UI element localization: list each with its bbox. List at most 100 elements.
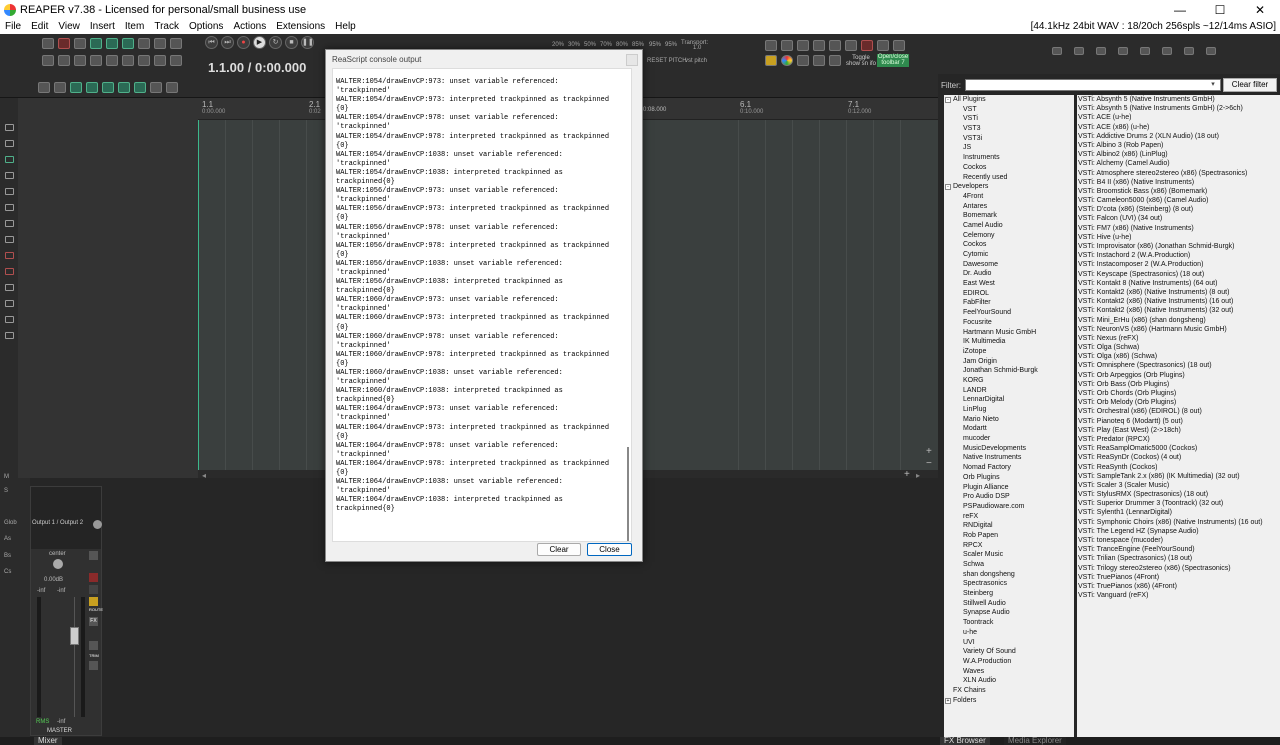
- tree-item[interactable]: Steinberg: [944, 589, 1074, 599]
- toolbar-icon-12[interactable]: [829, 55, 841, 66]
- lock-icon[interactable]: [170, 38, 182, 49]
- tcp-icon[interactable]: [5, 284, 14, 291]
- plugin-list-item[interactable]: VSTi: Olga (x86) (Schwa): [1077, 352, 1280, 361]
- plugin-list-item[interactable]: VSTi: Predator (RPCX): [1077, 435, 1280, 444]
- menu-edit[interactable]: Edit: [26, 20, 53, 34]
- envelope-button[interactable]: [89, 641, 98, 650]
- tcp-icon[interactable]: [5, 300, 14, 307]
- menu-item[interactable]: Item: [120, 20, 149, 34]
- plugin-list-item[interactable]: VSTi: D'cota (x86) (Steinberg) (8 out): [1077, 205, 1280, 214]
- tcp-icon[interactable]: [5, 172, 14, 179]
- tree-item[interactable]: RNDigital: [944, 521, 1074, 531]
- pause-icon[interactable]: ❚❚: [301, 36, 314, 49]
- plugin-list-item[interactable]: VSTi: Orchestral (x86) (EDIROL) (8 out): [1077, 407, 1280, 416]
- toolbar-icon-2[interactable]: [781, 40, 793, 51]
- collapse-icon[interactable]: -: [945, 97, 951, 103]
- toolbar-icon-4[interactable]: [813, 40, 825, 51]
- record-icon[interactable]: ●: [237, 36, 250, 49]
- menu-options[interactable]: Options: [184, 20, 228, 34]
- toolbar-icon-7[interactable]: [861, 40, 873, 51]
- cross-icon[interactable]: [150, 82, 162, 93]
- solo-icon[interactable]: [89, 585, 98, 594]
- loop-icon[interactable]: [102, 82, 114, 93]
- rate-tick[interactable]: 95%: [665, 42, 677, 48]
- fx-tool-icon[interactable]: [1162, 47, 1172, 55]
- plugin-list-item[interactable]: VSTi: StylusRMX (Spectrasonics) (18 out): [1077, 490, 1280, 499]
- dialog-close-icon[interactable]: [626, 54, 638, 66]
- plugin-list-item[interactable]: VSTi: ReaSynth (Cockos): [1077, 463, 1280, 472]
- peak-right-readout[interactable]: -inf: [57, 588, 65, 594]
- rate-tick[interactable]: 50%: [584, 42, 596, 48]
- clear-filter-button[interactable]: Clear filter: [1223, 78, 1277, 92]
- minimize-button[interactable]: —: [1160, 0, 1200, 20]
- audio-status[interactable]: [44.1kHz 24bit WAV : 18/20ch 256spls ~12…: [1031, 20, 1276, 34]
- toolbar-icon-8[interactable]: [877, 40, 889, 51]
- rate-tick[interactable]: 95%: [649, 42, 661, 48]
- tree-item[interactable]: LennarDigital: [944, 395, 1074, 405]
- tree-item[interactable]: Stillwell Audio: [944, 599, 1074, 609]
- menu-extensions[interactable]: Extensions: [271, 20, 330, 34]
- plugin-list-item[interactable]: VSTi: Absynth 5 (Native Instruments GmbH…: [1077, 95, 1280, 104]
- tab-media-explorer[interactable]: Media Explorer: [1004, 737, 1066, 745]
- plugin-list-item[interactable]: VSTi: Cameleon5000 (x86) (Camel Audio): [1077, 196, 1280, 205]
- repeat-icon[interactable]: ↻: [269, 36, 282, 49]
- tree-item[interactable]: Pro Audio DSP: [944, 492, 1074, 502]
- filter-dropdown-icon[interactable]: ▾: [1208, 80, 1218, 90]
- tree-item[interactable]: - All Plugins: [944, 95, 1074, 105]
- tree-item[interactable]: Antares: [944, 202, 1074, 212]
- pan-knob[interactable]: [53, 559, 63, 569]
- toolbar-icon-11[interactable]: [813, 55, 825, 66]
- plugin-list-item[interactable]: VSTi: Atmosphere stereo2stereo (x86) (Sp…: [1077, 169, 1280, 178]
- plugin-list-item[interactable]: VSTi: NeuronVS (x86) (Hartmann Music Gmb…: [1077, 325, 1280, 334]
- time-display[interactable]: 1.1.00 / 0:00.000: [208, 60, 306, 75]
- menu-help[interactable]: Help: [330, 20, 361, 34]
- tree-item[interactable]: u-he: [944, 628, 1074, 638]
- plugin-list-item[interactable]: VSTi: Omnisphere (Spectrasonics) (18 out…: [1077, 361, 1280, 370]
- toolbar-icon-3[interactable]: [797, 40, 809, 51]
- tree-item[interactable]: FeelYourSound: [944, 308, 1074, 318]
- trim-icon[interactable]: [154, 55, 166, 66]
- rate-tick[interactable]: 80%: [616, 42, 628, 48]
- reset-pitch-button[interactable]: RESET PITCH: [647, 58, 687, 64]
- menu-actions[interactable]: Actions: [228, 20, 271, 34]
- tree-item[interactable]: FX Chains: [944, 686, 1074, 696]
- toolbar-icon-9[interactable]: [893, 40, 905, 51]
- tcp-icon[interactable]: [5, 124, 14, 131]
- tree-item[interactable]: East West: [944, 279, 1074, 289]
- plugin-list-item[interactable]: VSTi: Kontakt 8 (Native Instruments) (64…: [1077, 279, 1280, 288]
- plugin-list-item[interactable]: VSTi: Instacomposer 2 (W.A.Production): [1077, 260, 1280, 269]
- plugin-list-item[interactable]: VSTi: B4 II (x86) (Native Instruments): [1077, 178, 1280, 187]
- tcp-icon[interactable]: [5, 252, 14, 259]
- fx-plugin-list[interactable]: VSTi: Absynth 5 (Native Instruments GmbH…: [1077, 95, 1280, 737]
- metronome-icon[interactable]: [106, 38, 118, 49]
- menu-view[interactable]: View: [53, 20, 85, 34]
- plugin-list-item[interactable]: VSTi: Orb Melody (Orb Plugins): [1077, 398, 1280, 407]
- stop-icon[interactable]: ■: [285, 36, 298, 49]
- fx-tool-icon[interactable]: [1118, 47, 1128, 55]
- tree-item[interactable]: RPCX: [944, 541, 1074, 551]
- tree-item[interactable]: Focusrite: [944, 318, 1074, 328]
- tab-mixer[interactable]: Mixer: [34, 737, 62, 745]
- zoom-in-icon[interactable]: +: [926, 446, 932, 457]
- plugin-list-item[interactable]: VSTi: Superior Drummer 3 (Toontrack) (32…: [1077, 499, 1280, 508]
- tree-item[interactable]: Dawesome: [944, 260, 1074, 270]
- tree-item[interactable]: VST3i: [944, 134, 1074, 144]
- plugin-list-item[interactable]: VSTi: Kontakt2 (x86) (Native Instruments…: [1077, 306, 1280, 315]
- expand-icon[interactable]: +: [945, 697, 951, 704]
- rate-tick[interactable]: 20%: [552, 42, 564, 48]
- tree-item[interactable]: Hartmann Music GmbH: [944, 328, 1074, 338]
- color-icon[interactable]: [765, 55, 777, 66]
- plugin-list-item[interactable]: VSTi: Instachord 2 (W.A.Production): [1077, 251, 1280, 260]
- tcp-icon[interactable]: [5, 204, 14, 211]
- tree-item[interactable]: Variety Of Sound: [944, 647, 1074, 657]
- fx-tool-icon[interactable]: [1140, 47, 1150, 55]
- tree-item[interactable]: Spectrasonics: [944, 579, 1074, 589]
- rate-tick[interactable]: 70%: [600, 42, 612, 48]
- open-project-icon[interactable]: [58, 38, 70, 49]
- tree-item[interactable]: EDIROL: [944, 289, 1074, 299]
- plugin-list-item[interactable]: VSTi: Albino 3 (Rob Papen): [1077, 141, 1280, 150]
- tree-item[interactable]: Scaler Music: [944, 550, 1074, 560]
- tree-item[interactable]: Dr. Audio: [944, 269, 1074, 279]
- trim-label[interactable]: TRIM: [89, 653, 99, 659]
- tree-item[interactable]: Modartt: [944, 424, 1074, 434]
